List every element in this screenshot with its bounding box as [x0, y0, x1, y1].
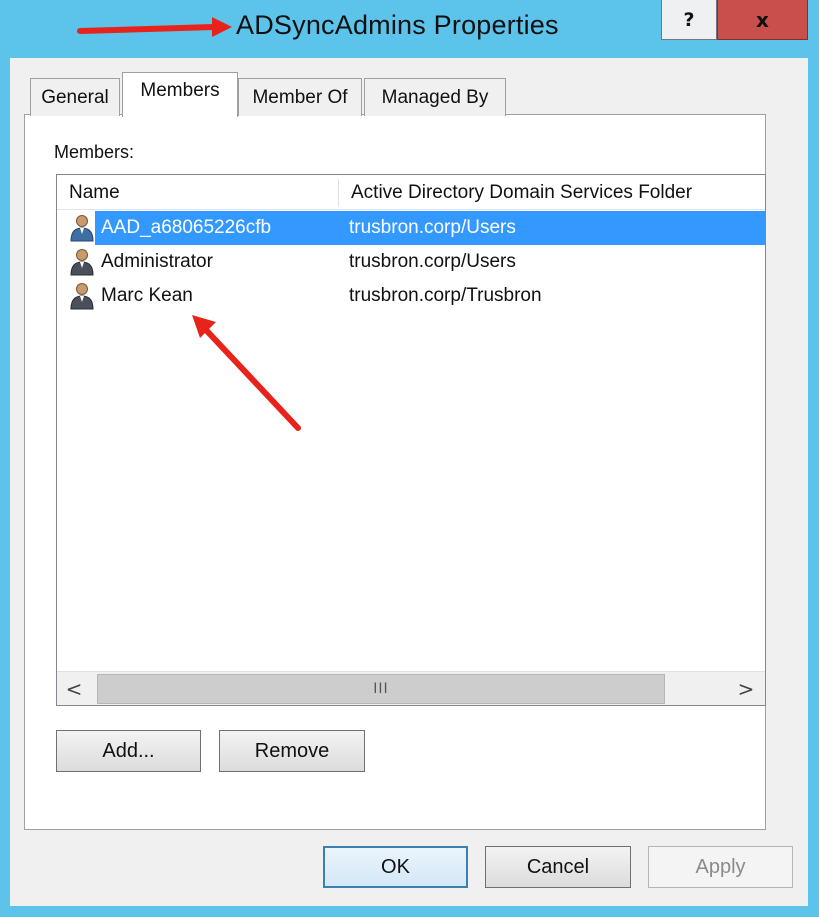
- horizontal-scrollbar[interactable]: < III >: [57, 671, 765, 705]
- table-row[interactable]: Administrator trusbron.corp/Users: [57, 245, 765, 279]
- column-header-name[interactable]: Name: [57, 175, 337, 210]
- remove-button[interactable]: Remove: [219, 730, 365, 772]
- properties-window: ADSyncAdmins Properties ? x General Memb…: [0, 0, 819, 917]
- member-folder: trusbron.corp/Users: [349, 217, 516, 238]
- members-list[interactable]: Name Active Directory Domain Services Fo…: [56, 174, 766, 706]
- cancel-button[interactable]: Cancel: [485, 846, 631, 888]
- tab-members[interactable]: Members: [122, 72, 238, 117]
- scroll-right-button[interactable]: >: [729, 672, 763, 705]
- ok-button[interactable]: OK: [323, 846, 468, 888]
- user-icon: [70, 215, 94, 242]
- tab-member-of[interactable]: Member Of: [238, 78, 362, 116]
- member-name: Administrator: [101, 251, 213, 272]
- add-button[interactable]: Add...: [56, 730, 201, 772]
- user-icon: [70, 249, 94, 276]
- tab-general[interactable]: General: [30, 78, 120, 116]
- red-arrow-icon: [77, 17, 232, 37]
- help-button[interactable]: ?: [661, 0, 717, 40]
- member-folder: trusbron.corp/Trusbron: [349, 285, 542, 306]
- apply-button[interactable]: Apply: [648, 846, 793, 888]
- member-name: Marc Kean: [101, 285, 193, 306]
- column-header-folder[interactable]: Active Directory Domain Services Folder: [339, 175, 765, 210]
- table-row[interactable]: Marc Kean trusbron.corp/Trusbron: [57, 279, 765, 313]
- list-header: Name Active Directory Domain Services Fo…: [57, 175, 765, 210]
- close-button[interactable]: x: [717, 0, 808, 40]
- member-folder: trusbron.corp/Users: [349, 251, 516, 272]
- window-title: ADSyncAdmins Properties: [236, 10, 559, 40]
- scroll-thumb[interactable]: III: [97, 674, 665, 704]
- user-icon: [70, 283, 94, 310]
- members-label: Members:: [54, 142, 135, 162]
- member-name: AAD_a68065226cfb: [101, 217, 272, 238]
- scroll-left-button[interactable]: <: [57, 672, 91, 705]
- table-row[interactable]: AAD_a68065226cfb trusbron.corp/Users: [57, 211, 765, 245]
- tab-managed-by[interactable]: Managed By: [364, 78, 506, 116]
